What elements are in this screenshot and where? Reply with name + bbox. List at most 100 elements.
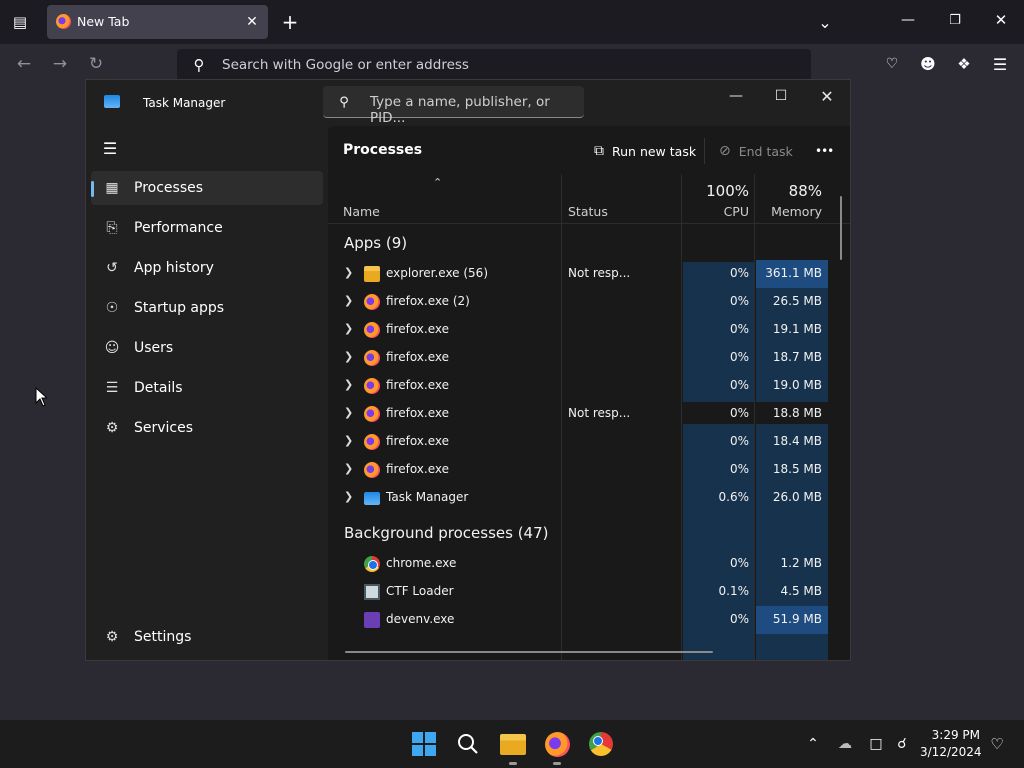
tab-list-icon[interactable]: ▤	[8, 11, 32, 33]
network-icon[interactable]: □	[866, 734, 886, 754]
hamburger-menu-icon[interactable]: ☰	[100, 138, 120, 158]
table-row[interactable]: ❯ explorer.exe (56) Not resp... 0% 361.1 MB	[328, 260, 850, 288]
performance-icon: ⎘	[106, 220, 118, 236]
minimize-window-icon[interactable]: —	[898, 10, 918, 30]
sidebar-item-users[interactable]: ☺ Users	[91, 331, 323, 365]
process-name: devenv.exe	[386, 612, 455, 626]
column-status[interactable]: Status	[568, 204, 608, 219]
column-cpu-percent: 100%	[706, 182, 749, 200]
close-window-icon[interactable]: ✕	[991, 10, 1011, 30]
firefox-icon	[364, 406, 380, 422]
end-task-button[interactable]: ⊘ End task	[719, 138, 793, 164]
sidebar-item-startup-apps[interactable]: ☉ Startup apps	[91, 291, 323, 325]
table-row[interactable]: devenv.exe 0% 51.9 MB	[328, 606, 850, 634]
table-row[interactable]: ❯ firefox.exe 0% 19.0 MB	[328, 372, 850, 400]
table-row[interactable]: ❯ firefox.exe 0% 18.4 MB	[328, 428, 850, 456]
table-row[interactable]: ❯ firefox.exe 0% 19.1 MB	[328, 316, 850, 344]
firefox-icon	[364, 434, 380, 450]
close-tab-icon[interactable]: ✕	[243, 13, 261, 31]
table-row[interactable]: CTF Loader 0.1% 4.5 MB	[328, 578, 850, 606]
back-icon[interactable]: ←	[14, 54, 34, 74]
clock-time[interactable]: 3:29 PM	[930, 728, 980, 742]
new-tab-button[interactable]: +	[279, 10, 301, 34]
reload-icon[interactable]: ↻	[86, 54, 106, 74]
chevron-right-icon[interactable]: ❯	[344, 406, 353, 419]
process-cpu: 0%	[729, 406, 749, 420]
toolbar-divider	[704, 138, 705, 164]
more-options-button[interactable]: •••	[815, 138, 834, 164]
chevron-down-icon[interactable]: ⌄	[815, 12, 835, 32]
chevron-right-icon[interactable]: ❯	[344, 322, 353, 335]
process-search-input[interactable]: ⚲ Type a name, publisher, or PID...	[323, 86, 584, 126]
restore-window-icon[interactable]: ❐	[945, 10, 965, 30]
process-name: chrome.exe	[386, 556, 457, 570]
browser-tab-new-tab[interactable]: New Tab ✕	[47, 5, 268, 39]
vertical-scrollbar[interactable]	[840, 196, 842, 260]
process-cpu: 0.1%	[718, 584, 750, 598]
table-row[interactable]: ❯ firefox.exe 0% 18.7 MB	[328, 344, 850, 372]
search-icon: ⚲	[339, 94, 349, 110]
chevron-right-icon[interactable]: ❯	[344, 294, 353, 307]
sidebar-item-label: Settings	[134, 629, 192, 645]
close-button[interactable]: ✕	[812, 84, 842, 108]
column-memory[interactable]: Memory	[756, 204, 822, 219]
minimize-button[interactable]: —	[721, 84, 751, 108]
table-row[interactable]: ❯ firefox.exe 0% 18.5 MB	[328, 456, 850, 484]
notification-bell-icon[interactable]: ♡	[987, 734, 1007, 754]
sidebar-item-performance[interactable]: ⎘ Performance	[91, 211, 323, 245]
sidebar-item-label: App history	[134, 260, 214, 276]
chevron-up-icon[interactable]: ⌃	[803, 734, 823, 754]
chevron-right-icon[interactable]: ❯	[344, 350, 353, 363]
onedrive-icon[interactable]: ☁	[835, 734, 855, 754]
process-cpu: 0%	[729, 294, 749, 308]
taskbar-chrome[interactable]	[585, 728, 617, 760]
maximize-button[interactable]: ☐	[766, 84, 796, 108]
volume-muted-icon[interactable]: ☌	[892, 734, 912, 754]
table-row[interactable]: chrome.exe 0% 1.2 MB	[328, 550, 850, 578]
chevron-right-icon[interactable]: ❯	[344, 462, 353, 475]
process-name: firefox.exe	[386, 462, 450, 476]
task-manager-icon	[364, 492, 380, 505]
horizontal-scrollbar[interactable]	[345, 651, 713, 653]
sidebar-item-label: Users	[134, 340, 174, 356]
table-row[interactable]: ❯ firefox.exe Not resp... 0% 18.8 MB	[328, 400, 850, 428]
firefox-icon	[364, 322, 380, 338]
taskbar-firefox[interactable]	[541, 728, 573, 760]
sidebar-item-details[interactable]: ☰ Details	[91, 371, 323, 405]
process-name: firefox.exe	[386, 350, 450, 364]
process-cpu: 0%	[729, 612, 749, 626]
process-name: firefox.exe	[386, 378, 450, 392]
running-indicator	[509, 762, 517, 765]
chevron-right-icon[interactable]: ❯	[344, 490, 353, 503]
process-name: firefox.exe	[386, 434, 450, 448]
table-header: ⌃ Name Status 100% CPU 88% Memory	[328, 174, 850, 224]
forward-icon[interactable]: →	[50, 54, 70, 74]
menu-icon[interactable]: ☰	[990, 54, 1010, 74]
chevron-right-icon[interactable]: ❯	[344, 266, 353, 279]
column-cpu[interactable]: CPU	[683, 204, 749, 219]
chevron-right-icon[interactable]: ❯	[344, 378, 353, 391]
pocket-icon[interactable]: ♡	[882, 54, 902, 74]
extensions-icon[interactable]: ❖	[954, 54, 974, 74]
process-cpu: 0%	[729, 556, 749, 570]
search-icon: ⚲	[193, 56, 205, 74]
firefox-icon	[364, 350, 380, 366]
column-name[interactable]: Name	[343, 204, 380, 219]
chevron-right-icon[interactable]: ❯	[344, 434, 353, 447]
taskbar-search-button[interactable]	[452, 728, 484, 760]
clock-date[interactable]: 3/12/2024	[920, 745, 982, 759]
visual-studio-icon	[364, 612, 380, 628]
address-bar[interactable]: ⚲ Search with Google or enter address	[177, 49, 811, 81]
sidebar-item-services[interactable]: ⚙ Services	[91, 411, 323, 445]
account-icon[interactable]: ☻	[918, 54, 938, 74]
table-row[interactable]: ❯ firefox.exe (2) 0% 26.5 MB	[328, 288, 850, 316]
running-indicator	[553, 762, 561, 765]
sidebar-item-processes[interactable]: ▦ Processes	[91, 171, 323, 205]
sidebar-item-app-history[interactable]: ↺ App history	[91, 251, 323, 285]
run-new-task-button[interactable]: ⧉ Run new task	[594, 138, 696, 164]
process-name: explorer.exe (56)	[386, 266, 488, 280]
sidebar-item-settings[interactable]: ⚙ Settings	[91, 620, 323, 654]
table-row[interactable]: ❯ Task Manager 0.6% 26.0 MB	[328, 484, 850, 512]
taskbar-file-explorer[interactable]	[497, 728, 529, 760]
start-button[interactable]	[408, 728, 440, 760]
